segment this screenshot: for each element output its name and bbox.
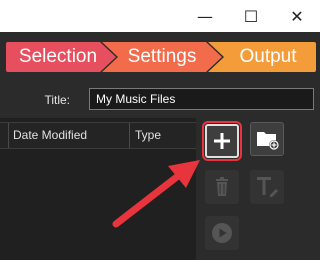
trash-icon — [216, 177, 228, 196]
maximize-button[interactable]: ☐ — [228, 0, 274, 32]
text-edit-icon — [257, 177, 278, 197]
rename-button[interactable] — [250, 170, 284, 204]
column-header-type[interactable]: Type — [135, 123, 161, 148]
file-list-header: Date Modified Type — [0, 122, 196, 149]
column-separator[interactable] — [8, 123, 9, 148]
wizard-step-bar: Selection Settings Output — [0, 42, 320, 72]
play-button[interactable] — [205, 216, 239, 250]
step-settings-label[interactable]: Settings — [108, 42, 216, 72]
folder-add-icon — [257, 132, 279, 150]
play-icon — [212, 223, 232, 243]
window-titlebar: — ☐ ✕ — [0, 0, 320, 32]
title-input[interactable]: My Music Files — [89, 88, 314, 110]
add-folder-button[interactable] — [250, 122, 284, 156]
annotation-arrow — [112, 160, 200, 228]
step-selection-label[interactable]: Selection — [8, 42, 108, 72]
add-files-button[interactable] — [202, 121, 242, 161]
delete-button[interactable] — [205, 170, 239, 204]
step-output-label[interactable]: Output — [222, 42, 314, 72]
title-label: Title: — [44, 93, 70, 107]
plus-icon — [214, 133, 230, 149]
close-button[interactable]: ✕ — [274, 0, 320, 32]
column-separator[interactable] — [129, 123, 130, 148]
minimize-button[interactable]: — — [182, 0, 228, 32]
column-header-date-modified[interactable]: Date Modified — [13, 123, 87, 148]
